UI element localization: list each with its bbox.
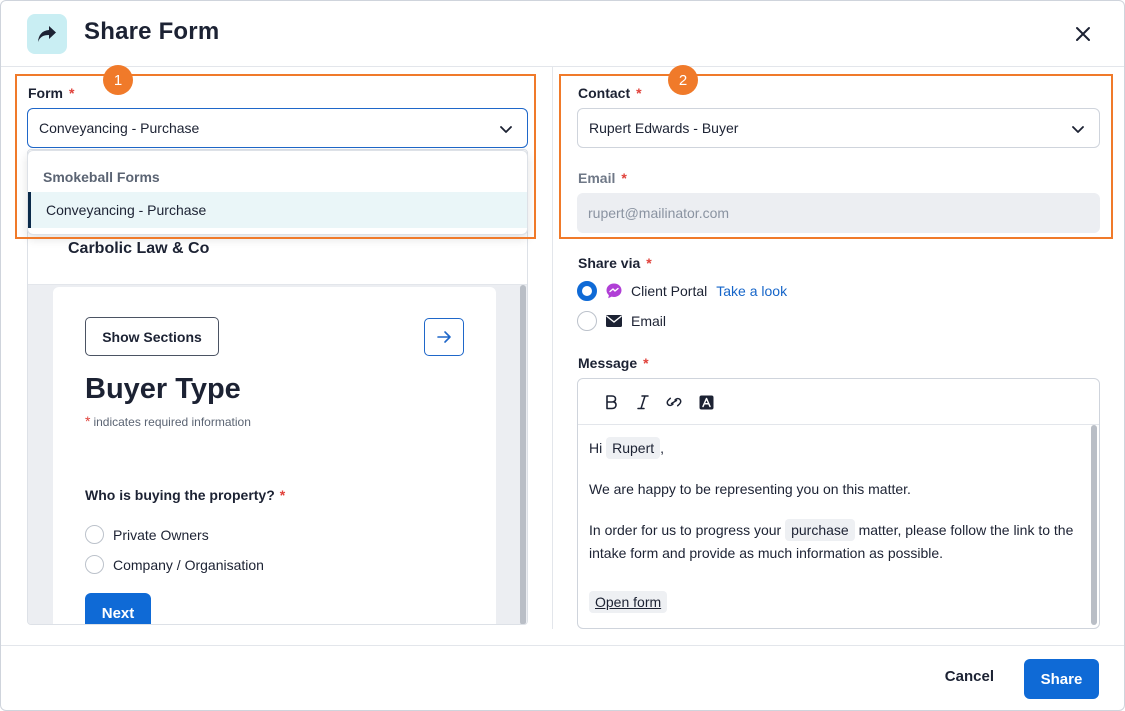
column-divider [552, 67, 553, 629]
message-editor[interactable]: Hi Rupert, We are happy to be representi… [577, 378, 1100, 629]
text-color-icon[interactable] [696, 392, 716, 412]
message-line-1: We are happy to be representing you on t… [589, 481, 911, 497]
option-company[interactable]: Company / Organisation [85, 555, 264, 574]
radio-button[interactable] [85, 525, 104, 544]
greeting-line: Hi Rupert, [589, 437, 1084, 460]
next-button[interactable]: Next [85, 593, 151, 624]
chat-bubble-icon [606, 283, 622, 299]
contact-merge-field: Rupert [606, 437, 661, 459]
dialog-title: Share Form [84, 18, 220, 45]
radio-selected[interactable] [577, 281, 597, 301]
show-sections-button[interactable]: Show Sections [85, 317, 219, 356]
share-option-label: Email [631, 313, 667, 329]
callout-box-1 [15, 74, 536, 239]
share-arrow-icon [27, 14, 67, 54]
preview-form-card: Show Sections Buyer Type * indicates requ… [53, 287, 496, 624]
take-a-look-link[interactable]: Take a look [716, 283, 787, 299]
message-line-2: In order for us to progress your purchas… [589, 519, 1084, 565]
dialog-footer: Cancel Share [1, 645, 1124, 710]
arrow-right-icon [437, 331, 451, 343]
callout-badge-1: 1 [103, 65, 133, 95]
link-icon[interactable] [664, 392, 684, 412]
firm-name: Carbolic Law & Co [68, 240, 210, 257]
share-via-label: Share via * [578, 255, 652, 271]
open-form-link[interactable]: Open form [589, 591, 668, 613]
radio-button[interactable] [577, 311, 597, 331]
required-mark: * [643, 355, 649, 371]
share-form-dialog: Share Form Form * Conveyancing - Purchase… [0, 0, 1125, 711]
scrollbar[interactable] [1091, 425, 1097, 625]
section-heading: Buyer Type [85, 373, 241, 405]
radio-button[interactable] [85, 555, 104, 574]
scrollbar[interactable] [520, 285, 526, 624]
callout-badge-2: 2 [668, 65, 698, 95]
option-private-owners[interactable]: Private Owners [85, 525, 209, 544]
message-label: Message * [578, 355, 649, 371]
share-option-email[interactable]: Email [577, 311, 666, 331]
envelope-icon [606, 315, 622, 327]
editor-toolbar [578, 379, 1099, 425]
question-label: Who is buying the property? * [85, 487, 286, 503]
share-option-label: Client Portal [631, 283, 708, 299]
close-icon [1076, 27, 1090, 41]
close-button[interactable] [1070, 21, 1096, 47]
open-form-line: Open form [589, 591, 1084, 614]
matter-merge-field: purchase [785, 519, 855, 541]
required-note: * indicates required information [85, 413, 251, 429]
required-mark: * [646, 255, 652, 271]
cancel-button[interactable]: Cancel [945, 668, 994, 685]
italic-icon[interactable] [633, 392, 653, 412]
share-option-client-portal[interactable]: Client Portal Take a look [577, 281, 787, 301]
share-button[interactable]: Share [1024, 659, 1099, 699]
callout-box-2 [559, 74, 1113, 239]
dialog-header: Share Form [1, 1, 1124, 67]
bold-icon[interactable] [601, 392, 621, 412]
message-body[interactable]: Hi Rupert, We are happy to be representi… [589, 425, 1084, 614]
next-section-button[interactable] [424, 318, 464, 356]
